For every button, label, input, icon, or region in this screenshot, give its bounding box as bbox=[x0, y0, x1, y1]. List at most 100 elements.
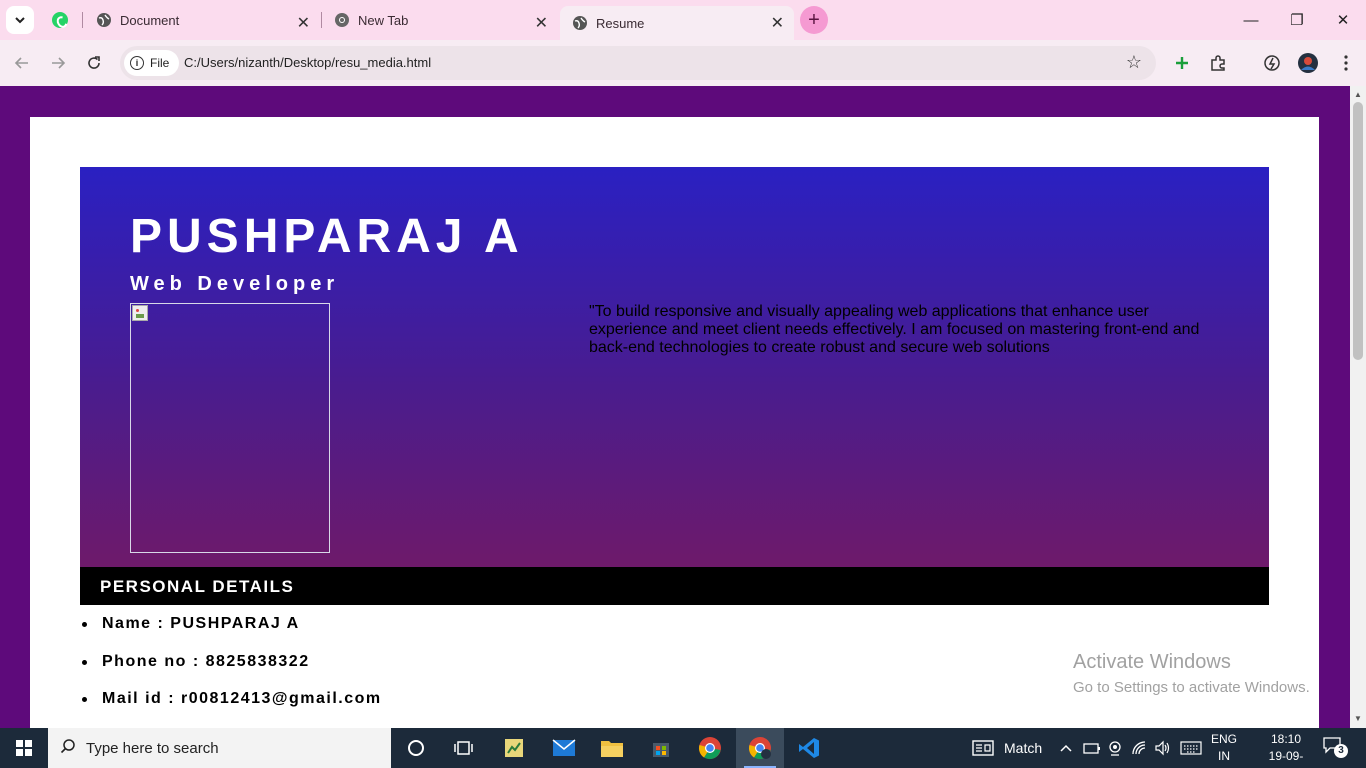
search-icon bbox=[60, 738, 76, 759]
chevron-up-icon bbox=[1060, 744, 1072, 752]
globe-icon bbox=[573, 16, 587, 30]
speaker-icon bbox=[1155, 740, 1170, 756]
profile-avatar[interactable] bbox=[1296, 51, 1320, 75]
chrome-profile-icon bbox=[748, 737, 771, 760]
detail-phone: Phone no : 8825838322 bbox=[82, 653, 310, 670]
webcam-icon bbox=[1109, 741, 1121, 756]
chrome-icon bbox=[698, 737, 721, 760]
info-icon: i bbox=[130, 56, 144, 70]
folder-icon bbox=[601, 741, 623, 757]
tab-document[interactable]: Document ✕ bbox=[84, 6, 320, 34]
performance-button[interactable] bbox=[1260, 51, 1284, 75]
tab-title: Document bbox=[120, 12, 180, 28]
language-indicator[interactable]: ENG IN bbox=[1210, 731, 1238, 765]
plus-icon bbox=[1176, 57, 1188, 69]
resume-container: PUSHPARAJ A Web Developer "To build resp… bbox=[30, 117, 1319, 728]
kebab-menu-icon bbox=[1344, 55, 1348, 71]
close-window-button[interactable]: ✕ bbox=[1320, 0, 1366, 40]
watermark-subtitle: Go to Settings to activate Windows. bbox=[1073, 679, 1310, 696]
detail-email: Mail id : r00812413@gmail.com bbox=[82, 690, 382, 707]
url-text[interactable]: C:/Users/nizanth/Desktop/resu_media.html bbox=[184, 55, 431, 70]
reload-icon bbox=[88, 56, 100, 69]
resume-header: PUSHPARAJ A Web Developer "To build resp… bbox=[80, 167, 1269, 567]
wifi-icon bbox=[1132, 741, 1146, 755]
chrome-icon bbox=[335, 13, 349, 27]
candidate-role: Web Developer bbox=[130, 273, 340, 295]
watermark-title: Activate Windows bbox=[1073, 651, 1231, 673]
clock-time: 18:10 bbox=[1270, 732, 1302, 746]
section-header: PERSONAL DETAILS bbox=[80, 567, 1269, 605]
task-view-button[interactable] bbox=[440, 728, 488, 768]
keyboard-icon bbox=[1180, 741, 1202, 755]
section-title: PERSONAL DETAILS bbox=[100, 577, 295, 596]
reload-button[interactable] bbox=[82, 51, 106, 75]
globe-icon bbox=[97, 13, 111, 27]
windows-logo-icon bbox=[16, 740, 32, 756]
bookmark-star-icon[interactable]: ☆ bbox=[1126, 52, 1142, 73]
avatar-icon bbox=[1298, 53, 1318, 73]
back-button[interactable] bbox=[10, 51, 34, 75]
tab-close-icon[interactable]: ✕ bbox=[297, 13, 310, 33]
minimize-button[interactable]: — bbox=[1228, 0, 1274, 40]
page-viewport: PUSHPARAJ A Web Developer "To build resp… bbox=[0, 86, 1350, 728]
tab-resume[interactable]: Resume ✕ bbox=[560, 6, 794, 40]
forward-button[interactable] bbox=[46, 51, 70, 75]
store-icon bbox=[653, 743, 669, 757]
career-objective: "To build responsive and visually appeal… bbox=[589, 303, 1200, 356]
profile-photo bbox=[130, 303, 330, 553]
restore-button[interactable]: ❐ bbox=[1274, 0, 1320, 40]
taskbar-app-chrome-profile[interactable] bbox=[736, 728, 784, 768]
battery-tray[interactable] bbox=[1083, 728, 1101, 768]
tab-title: Resume bbox=[596, 15, 645, 31]
scroll-down-icon[interactable]: ▼ bbox=[1354, 714, 1362, 723]
arrow-right-icon bbox=[52, 57, 66, 69]
detail-name: Name : PUSHPARAJ A bbox=[82, 615, 300, 632]
volume-tray[interactable] bbox=[1154, 728, 1172, 768]
meet-tray[interactable] bbox=[1107, 728, 1123, 768]
taskbar-app-vscode[interactable] bbox=[785, 728, 833, 768]
activate-windows-watermark: Activate Windows Go to Settings to activ… bbox=[1073, 651, 1310, 696]
scrollbar-thumb[interactable] bbox=[1353, 102, 1363, 360]
keyboard-tray[interactable] bbox=[1180, 728, 1202, 768]
cortana-button[interactable] bbox=[392, 728, 440, 768]
resume-card: PUSHPARAJ A Web Developer "To build resp… bbox=[80, 167, 1269, 728]
site-info-chip[interactable]: i File bbox=[124, 50, 180, 76]
taskbar-app-store[interactable] bbox=[637, 728, 685, 768]
speed-icon bbox=[1264, 55, 1280, 71]
extension-plus-button[interactable] bbox=[1170, 51, 1194, 75]
cortana-icon bbox=[408, 740, 424, 756]
tab-close-icon[interactable]: ✕ bbox=[535, 13, 548, 33]
scroll-up-icon[interactable]: ▲ bbox=[1354, 90, 1362, 99]
new-tab-button[interactable]: + bbox=[800, 6, 828, 34]
language-code: ENG bbox=[1210, 732, 1237, 746]
tray-overflow-button[interactable] bbox=[1059, 728, 1073, 768]
taskbar: Type here to search Match ENG IN 18:10 1… bbox=[0, 728, 1366, 768]
region-code: IN bbox=[1218, 749, 1230, 763]
clock[interactable]: 18:10 19-09-2024 bbox=[1258, 731, 1314, 768]
network-tray[interactable] bbox=[1131, 728, 1149, 768]
start-button[interactable] bbox=[0, 728, 48, 768]
mail-icon bbox=[552, 739, 576, 756]
candidate-name: PUSHPARAJ A bbox=[130, 210, 524, 263]
scheme-label: File bbox=[150, 56, 170, 70]
extensions-button[interactable] bbox=[1206, 51, 1230, 75]
notification-center-button[interactable]: 3 bbox=[1322, 736, 1350, 760]
taskbar-search[interactable]: Type here to search bbox=[48, 728, 391, 768]
pinned-tab-whatsapp[interactable] bbox=[46, 6, 74, 34]
tab-search-button[interactable] bbox=[6, 6, 34, 34]
vertical-scrollbar[interactable]: ▲ ▼ bbox=[1350, 86, 1366, 728]
taskbar-app-file-explorer[interactable] bbox=[588, 728, 636, 768]
whatsapp-icon bbox=[52, 12, 68, 28]
puzzle-icon bbox=[1211, 55, 1225, 71]
tab-close-icon[interactable]: ✕ bbox=[771, 13, 784, 33]
broken-image-icon bbox=[132, 305, 148, 321]
weather-text: Match bbox=[1004, 740, 1043, 756]
taskbar-app-mail[interactable] bbox=[540, 728, 588, 768]
weather-widget[interactable]: Match bbox=[972, 728, 1042, 768]
taskbar-app-sheets[interactable] bbox=[490, 728, 538, 768]
menu-button[interactable] bbox=[1334, 51, 1358, 75]
tab-new-tab[interactable]: New Tab ✕ bbox=[322, 6, 558, 34]
spreadsheet-icon bbox=[505, 739, 523, 757]
taskbar-app-chrome[interactable] bbox=[686, 728, 734, 768]
address-bar[interactable]: i File C:/Users/nizanth/Desktop/resu_med… bbox=[120, 46, 1156, 80]
